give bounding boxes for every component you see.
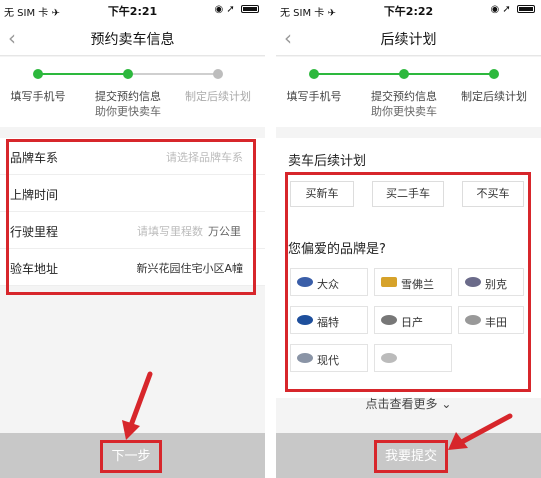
step-dot-3 xyxy=(213,69,223,79)
step-dot-3 xyxy=(489,69,499,79)
step-label-2: 提交预约信息 xyxy=(95,90,161,103)
page-title: 预约卖车信息 xyxy=(90,32,175,48)
battery-icon: ◉ ➚ xyxy=(491,4,535,15)
step-dot-1 xyxy=(309,69,319,79)
page-title: 后续计划 xyxy=(380,32,437,48)
nav-bar: ‹ 后续计划 xyxy=(276,20,541,56)
step-line xyxy=(38,73,128,75)
progress-steps: 填写手机号 提交预约信息 助你更快卖车 制定后续计划 xyxy=(0,57,265,127)
battery-icon: ◉ ➚ xyxy=(215,4,259,15)
step-line xyxy=(128,73,218,75)
status-bar: 无 SIM 卡 ✈ 下午2:22 ◉ ➚ xyxy=(276,0,541,20)
arrow-icon xyxy=(448,413,513,450)
next-step-button[interactable]: 下一步 xyxy=(100,440,162,473)
step-dot-2 xyxy=(399,69,409,79)
chevron-down-icon: ⌄ xyxy=(441,397,452,411)
highlight-box-plan xyxy=(285,172,531,392)
phone-screen-right: 无 SIM 卡 ✈ 下午2:22 ◉ ➚ ‹ 后续计划 填写手机号 提交预约信息… xyxy=(276,0,541,478)
show-more-label: 点击查看更多 xyxy=(365,397,438,411)
step-label-1: 填写手机号 xyxy=(10,90,66,103)
nav-bar: ‹ 预约卖车信息 xyxy=(0,20,265,56)
step-label-1: 填写手机号 xyxy=(286,90,342,103)
status-bar: 无 SIM 卡 ✈ 下午2:21 ◉ ➚ xyxy=(0,0,265,20)
arrow-icon xyxy=(122,371,153,440)
progress-steps: 填写手机号 提交预约信息 助你更快卖车 制定后续计划 xyxy=(276,57,541,127)
step-dot-1 xyxy=(33,69,43,79)
step-label-2: 提交预约信息 xyxy=(371,90,437,103)
submit-button[interactable]: 我要提交 xyxy=(374,440,448,473)
plan-title: 卖车后续计划 xyxy=(288,154,367,169)
step-label-3: 制定后续计划 xyxy=(185,90,251,103)
step-sub-2: 助你更快卖车 xyxy=(95,105,161,118)
highlight-box-form xyxy=(6,139,256,295)
step-label-3: 制定后续计划 xyxy=(461,90,527,103)
phone-screen-left: 无 SIM 卡 ✈ 下午2:21 ◉ ➚ ‹ 预约卖车信息 填写手机号 提交预约… xyxy=(0,0,265,478)
step-dot-2 xyxy=(123,69,133,79)
step-sub-2: 助你更快卖车 xyxy=(371,105,437,118)
